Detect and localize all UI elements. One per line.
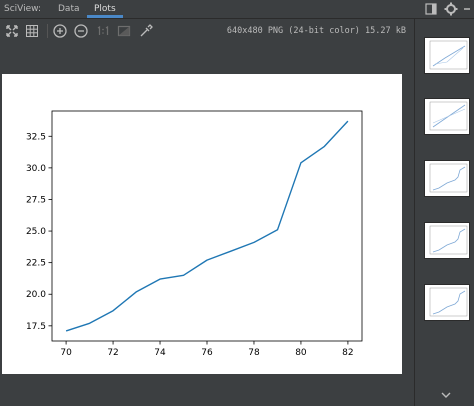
grid-icon[interactable] <box>24 23 40 39</box>
data-point <box>112 310 114 312</box>
fit-screen-icon[interactable] <box>4 23 20 39</box>
y-tick-label: 20.0 <box>26 290 46 300</box>
sidebar-divider <box>414 19 415 406</box>
thumbnail-preview <box>429 163 468 193</box>
x-tick-label: 72 <box>107 348 118 358</box>
data-point <box>230 250 232 252</box>
background-icon[interactable] <box>116 23 132 39</box>
zoom-in-icon[interactable] <box>52 23 68 39</box>
data-point <box>136 291 138 293</box>
data-point <box>65 330 67 332</box>
x-tick-label: 70 <box>60 348 72 358</box>
layout-icon[interactable] <box>424 2 438 16</box>
data-point <box>347 120 349 122</box>
x-tick-label: 80 <box>295 348 307 358</box>
minimize-icon[interactable] <box>460 2 474 16</box>
data-point <box>183 274 185 276</box>
data-point <box>206 259 208 261</box>
line-chart: 70 72 74 76 78 80 82 17.5 20.0 22.5 25.0 27.5 30.0 32… <box>26 110 363 358</box>
plot-thumbnail[interactable] <box>424 284 470 321</box>
thumbnail-preview <box>429 40 468 70</box>
x-tick-label: 76 <box>201 348 213 358</box>
image-info: 640x480 PNG (24-bit color) 15.27 kB <box>226 26 406 36</box>
y-tick-label: 25.0 <box>26 227 46 237</box>
plot-thumbnail[interactable] <box>424 37 470 74</box>
data-point <box>89 322 91 324</box>
data-point <box>300 162 302 164</box>
chevron-down-icon[interactable] <box>440 390 452 400</box>
x-tick-label: 74 <box>154 348 166 358</box>
color-picker-icon[interactable] <box>138 23 154 39</box>
tab-plots[interactable]: Plots <box>87 0 123 18</box>
plot-thumbnail[interactable] <box>424 160 470 197</box>
data-point <box>159 278 161 280</box>
thumbnail-preview <box>429 101 468 131</box>
y-tick-label: 32.5 <box>26 132 46 142</box>
x-tick-label: 78 <box>248 348 260 358</box>
data-point <box>324 145 326 147</box>
tool-window-title: SciView: <box>4 4 42 14</box>
plot-frame <box>51 110 363 342</box>
plot-thumbnail[interactable] <box>424 98 470 135</box>
thumbnail-preview <box>429 287 468 317</box>
gear-icon[interactable] <box>444 2 458 16</box>
actual-size-icon[interactable] <box>95 23 111 39</box>
y-tick-label: 22.5 <box>26 259 46 269</box>
y-tick-label: 27.5 <box>26 195 46 205</box>
tab-data[interactable]: Data <box>58 0 80 18</box>
plot-image: 70 72 74 76 78 80 82 17.5 20.0 22.5 25.0 27.5 30.0 32… <box>2 74 402 374</box>
y-tick-label: 17.5 <box>26 322 46 332</box>
tab-bar: SciView: Data Plots <box>0 0 474 19</box>
zoom-out-icon[interactable] <box>73 23 89 39</box>
plot-thumbnail[interactable] <box>424 222 470 259</box>
thumbnail-preview <box>429 225 468 255</box>
data-point <box>253 242 255 244</box>
toolbar-separator <box>47 24 48 38</box>
y-tick-label: 30.0 <box>26 164 46 174</box>
plot-toolbar: 640x480 PNG (24-bit color) 15.27 kB <box>0 19 474 43</box>
x-tick-label: 82 <box>342 348 353 358</box>
series-line <box>65 120 349 332</box>
data-point <box>277 229 279 231</box>
